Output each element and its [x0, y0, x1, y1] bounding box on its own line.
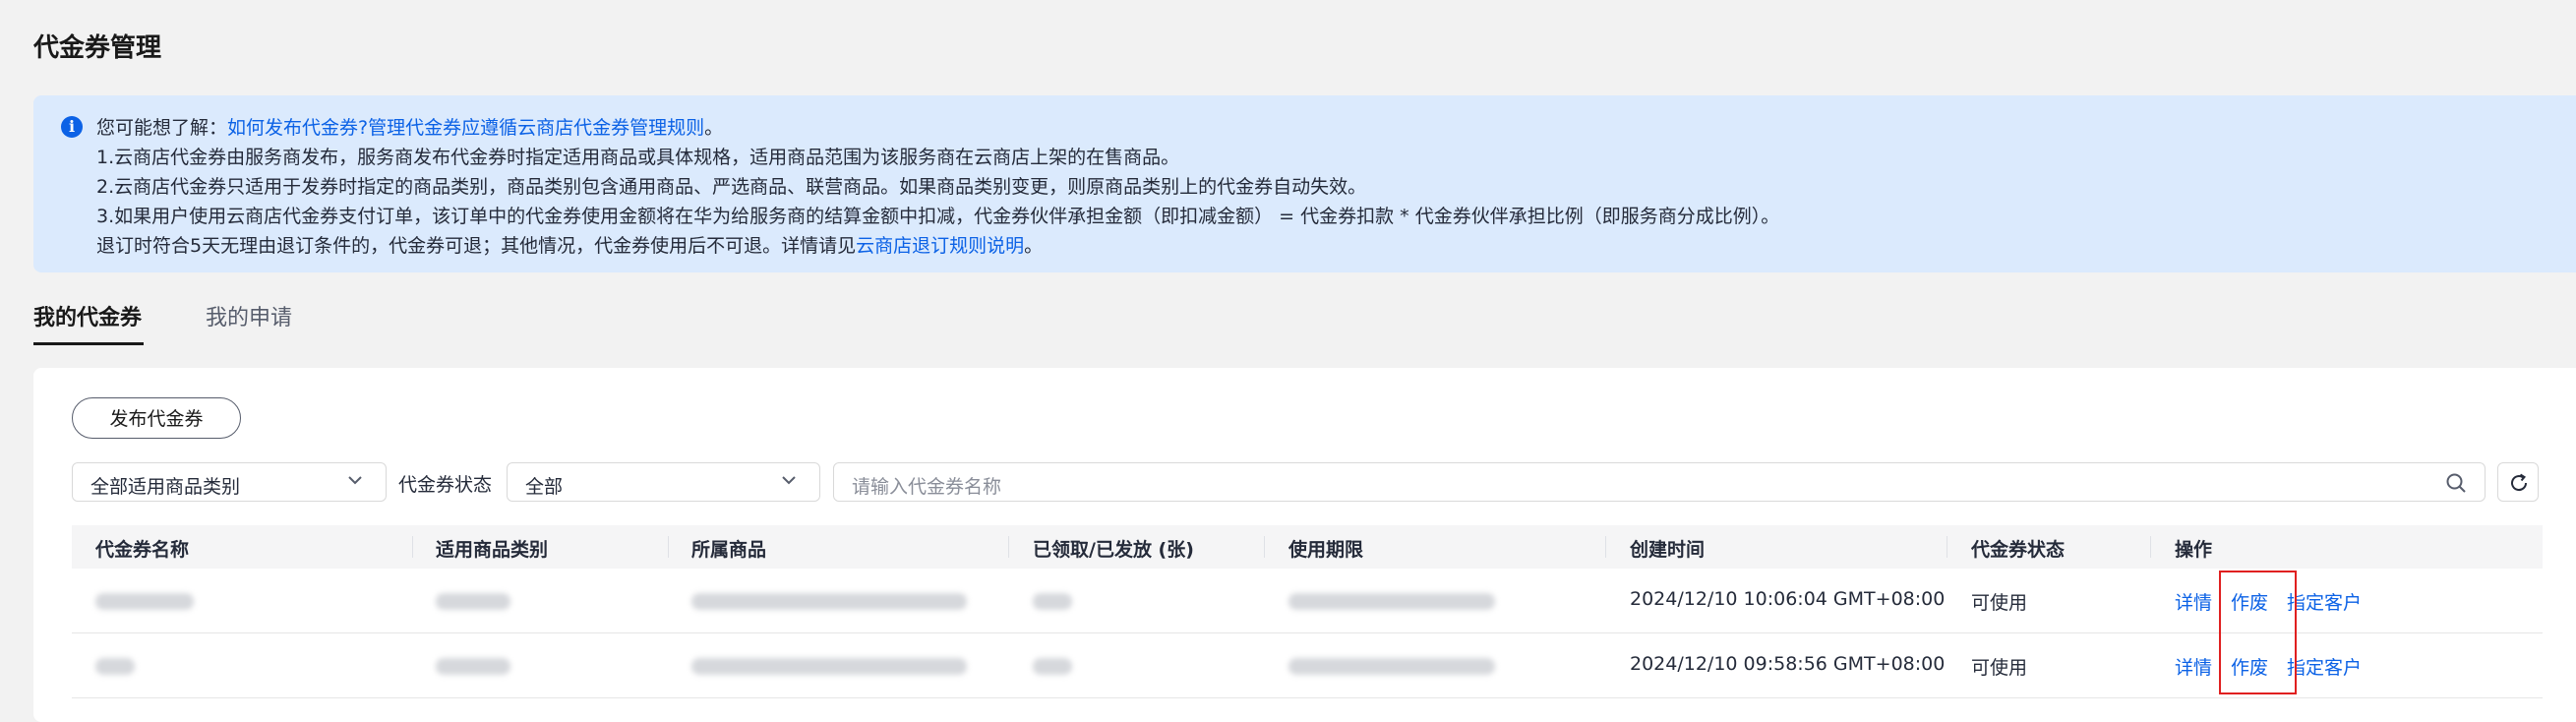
- table-row: 2024/12/10 09:58:56 GMT+08:00 可使用 详情 作废 …: [72, 633, 2543, 698]
- chevron-down-icon: [348, 476, 362, 485]
- tab-my-coupons[interactable]: 我的代金券: [33, 300, 142, 331]
- redacted-coupon-name: [95, 658, 135, 675]
- notice-link2-suffix: 。: [704, 117, 724, 139]
- status-select-value: 全部: [525, 476, 564, 498]
- refresh-icon: [2511, 473, 2528, 492]
- assign-customer-link[interactable]: 指定客户: [2287, 653, 2362, 680]
- col-divider: [412, 536, 413, 558]
- notice-line-2: 2.云商店代金券只适用于发券时指定的商品类别，商品类别包含通用商品、严选商品、联…: [96, 176, 1367, 198]
- redacted-category: [436, 658, 510, 675]
- redacted-validity: [1288, 658, 1495, 675]
- redacted-category: [436, 593, 510, 610]
- status-select[interactable]: 全部: [507, 462, 820, 502]
- col-divider: [2150, 536, 2151, 558]
- notice-line4-prefix: 退订时符合5天无理由退订条件的，代金券可退；其他情况，代金券使用后不可退。详情请…: [96, 235, 857, 257]
- publish-coupon-button[interactable]: 发布代金券: [72, 397, 241, 439]
- table-header: 代金券名称 适用商品类别 所属商品 已领取/已发放 (张) 使用期限 创建时间 …: [72, 525, 2543, 569]
- col-divider: [1264, 536, 1265, 558]
- refresh-button[interactable]: [2497, 462, 2539, 502]
- search-placeholder: 请输入代金券名称: [852, 476, 1002, 498]
- table-row: 2024/12/10 10:06:04 GMT+08:00 可使用 详情 作废 …: [72, 569, 2543, 633]
- col-actions: 操作: [2175, 539, 2213, 561]
- col-coupon-name: 代金券名称: [95, 539, 190, 561]
- notice-line-1: 1.云商店代金券由服务商发布，服务商发布代金券时指定适用商品或具体规格，适用商品…: [96, 147, 1180, 168]
- coupon-status: 可使用: [1971, 657, 2028, 679]
- page-title: 代金券管理: [33, 33, 162, 63]
- col-divider: [1008, 536, 1009, 558]
- category-select[interactable]: 全部适用商品类别: [72, 462, 387, 502]
- info-notice: i 您可能想了解：如何发布代金券?管理代金券应遵循云商店代金券管理规则。 1.云…: [33, 95, 2576, 272]
- redacted-product: [691, 593, 967, 610]
- redacted-validity: [1288, 593, 1495, 610]
- info-icon: i: [61, 116, 83, 138]
- notice-line-3: 3.如果用户使用云商店代金券支付订单，该订单中的代金券使用金额将在华为给服务商的…: [96, 206, 1780, 227]
- tab-my-applications[interactable]: 我的申请: [206, 300, 292, 331]
- created-time: 2024/12/10 09:58:56 GMT+08:00: [1630, 653, 1946, 675]
- col-category: 适用商品类别: [436, 539, 549, 561]
- notice-line4-suffix: 。: [1024, 235, 1044, 257]
- search-icon[interactable]: [2445, 472, 2467, 494]
- col-validity: 使用期限: [1288, 539, 1364, 561]
- col-divider: [1605, 536, 1606, 558]
- col-created-time: 创建时间: [1630, 539, 1706, 561]
- category-select-value: 全部适用商品类别: [90, 476, 241, 498]
- redacted-claimed-issued: [1033, 658, 1072, 675]
- coupon-panel: 发布代金券 全部适用商品类别 代金券状态 全部 请输入代金券名称 代金券名称 适…: [33, 368, 2576, 722]
- redacted-product: [691, 658, 967, 675]
- coupon-rules-link[interactable]: 管理代金券应遵循云商店代金券管理规则: [368, 117, 704, 139]
- coupon-search-input[interactable]: 请输入代金券名称: [833, 462, 2486, 502]
- status-filter-label: 代金券状态: [398, 474, 493, 496]
- col-status: 代金券状态: [1971, 539, 2066, 561]
- details-link[interactable]: 详情: [2175, 588, 2212, 615]
- details-link[interactable]: 详情: [2175, 653, 2212, 680]
- void-column-highlight: [2219, 571, 2297, 694]
- notice-line-4: 退订时符合5天无理由退订条件的，代金券可退；其他情况，代金券使用后不可退。详情请…: [96, 231, 1043, 258]
- notice-line-intro: 您可能想了解：如何发布代金券?管理代金券应遵循云商店代金券管理规则。: [96, 113, 723, 140]
- chevron-down-icon: [782, 476, 796, 485]
- coupon-status: 可使用: [1971, 592, 2028, 614]
- redacted-coupon-name: [95, 593, 194, 610]
- assign-customer-link[interactable]: 指定客户: [2287, 588, 2362, 615]
- redacted-claimed-issued: [1033, 593, 1072, 610]
- how-to-publish-link[interactable]: 如何发布代金券?: [227, 117, 368, 139]
- refund-rules-link[interactable]: 云商店退订规则说明: [856, 235, 1024, 257]
- created-time: 2024/12/10 10:06:04 GMT+08:00: [1630, 588, 1946, 610]
- col-divider: [668, 536, 669, 558]
- active-tab-indicator: [33, 342, 144, 345]
- col-product: 所属商品: [691, 539, 767, 561]
- notice-prefix: 您可能想了解：: [96, 117, 228, 139]
- col-claimed-issued: 已领取/已发放 (张): [1033, 539, 1194, 561]
